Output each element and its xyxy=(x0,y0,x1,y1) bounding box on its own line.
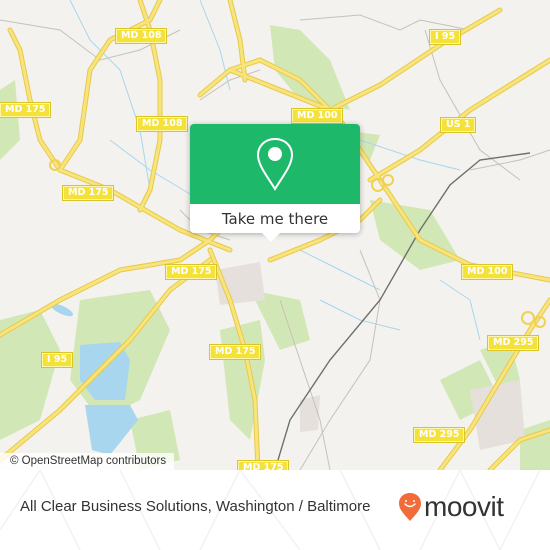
map[interactable]: MD 108 MD 108 MD 175 MD 175 MD 175 MD 17… xyxy=(0,0,550,470)
road-label: MD 100 xyxy=(290,108,344,124)
road-label: MD 175 xyxy=(208,344,262,360)
footer: All Clear Business Solutions, Washington… xyxy=(0,470,550,550)
road-label: MD 175 xyxy=(0,102,52,118)
road-label: MD 175 xyxy=(61,185,115,201)
road-label: MD 108 xyxy=(114,28,168,44)
road-label: I 95 xyxy=(428,29,462,45)
place-title: All Clear Business Solutions, Washington… xyxy=(20,498,371,515)
road-label: I 95 xyxy=(40,352,74,368)
road-label: MD 295 xyxy=(412,427,466,443)
brand-name: moovit xyxy=(424,491,504,522)
take-me-there-button[interactable]: Take me there xyxy=(190,204,360,233)
map-attribution[interactable]: © OpenStreetMap contributors xyxy=(0,453,175,470)
park-areas xyxy=(0,25,550,470)
road-label: MD 175 xyxy=(164,264,218,280)
road-label: MD 295 xyxy=(486,335,540,351)
popup-pointer xyxy=(261,232,281,242)
location-popup: Take me there xyxy=(190,124,360,242)
moovit-logo[interactable]: moovit xyxy=(398,491,504,522)
popup-header xyxy=(190,124,360,204)
road-label: MD 100 xyxy=(460,264,514,280)
moovit-pin-icon xyxy=(399,493,421,521)
road-label: MD 175 xyxy=(236,460,290,470)
road-label: MD 108 xyxy=(135,116,189,132)
map-pin-icon xyxy=(256,137,294,191)
road-label: US 1 xyxy=(439,117,477,133)
